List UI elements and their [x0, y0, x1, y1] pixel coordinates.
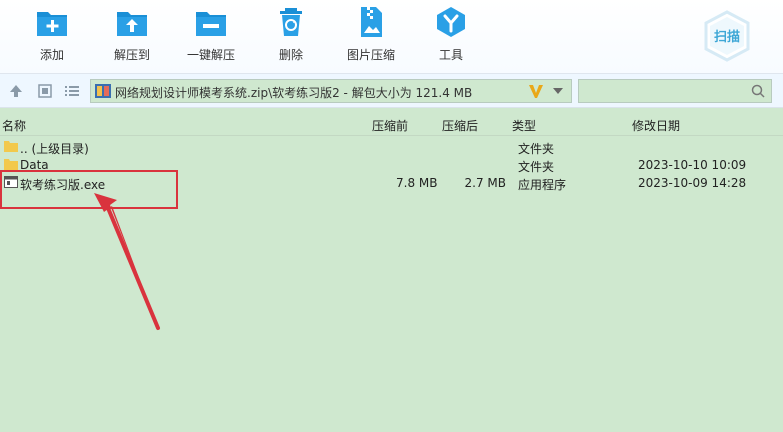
- tools-button[interactable]: 工具: [411, 6, 491, 68]
- column-type[interactable]: 类型: [512, 117, 536, 134]
- archive-icon: [95, 84, 111, 98]
- folder-icon: [4, 159, 18, 170]
- image-compress-label: 图片压缩: [346, 48, 395, 62]
- extract-to-label: 解压到: [113, 48, 150, 62]
- search-icon[interactable]: [751, 84, 765, 98]
- file-name: 软考练习版.exe: [20, 178, 106, 192]
- delete-button[interactable]: 删除: [251, 6, 331, 68]
- table-row[interactable]: 软考练习版.exe 7.8 MB 2.7 MB 应用程序 2023-10-09 …: [0, 174, 783, 192]
- file-modified: 2023-10-10 10:09: [638, 158, 747, 172]
- v-logo-icon: [529, 85, 543, 98]
- file-type: 文件夹: [518, 160, 555, 174]
- exe-file-icon: [4, 176, 18, 188]
- scan-label: 扫描: [713, 30, 740, 45]
- file-modified: 2023-10-09 14:28: [638, 176, 747, 190]
- recycle-bin-icon: [280, 8, 302, 36]
- address-bar-row: 网络规划设计师模考系统.zip\软考练习版2 - 解包大小为 121.4 MB: [0, 74, 783, 108]
- column-original[interactable]: 压缩后: [442, 117, 478, 134]
- path-text: 网络规划设计师模考系统.zip\软考练习版2 - 解包大小为 121.4 MB: [115, 86, 473, 100]
- image-compress-button[interactable]: 图片压缩: [331, 6, 411, 68]
- search-field[interactable]: [578, 79, 772, 103]
- column-name[interactable]: 名称: [2, 117, 26, 134]
- file-name: .. (上级目录): [20, 142, 89, 156]
- list-view-icon[interactable]: [64, 83, 80, 99]
- path-field[interactable]: 网络规划设计师模考系统.zip\软考练习版2 - 解包大小为 121.4 MB: [90, 79, 572, 103]
- column-header: 名称 压缩前 压缩后 类型 修改日期: [0, 108, 783, 136]
- extract-folder-icon: [117, 12, 147, 36]
- image-compress-icon: [361, 7, 382, 37]
- one-key-extract-icon: [196, 12, 226, 36]
- add-icon: [37, 12, 67, 36]
- table-row[interactable]: .. (上级目录) 文件夹: [0, 138, 783, 156]
- up-arrow-icon[interactable]: [8, 83, 24, 99]
- path-dropdown-chevron-down-icon[interactable]: [553, 88, 563, 94]
- column-modified[interactable]: 修改日期: [632, 117, 680, 134]
- folder-icon: [4, 141, 18, 152]
- column-compressed[interactable]: 压缩前: [372, 117, 408, 134]
- file-type: 应用程序: [518, 178, 567, 192]
- file-list: 名称 压缩前 压缩后 类型 修改日期 .. (上级目录) 文件夹 Data 文件…: [0, 108, 783, 432]
- one-key-extract-label: 一键解压: [186, 48, 235, 62]
- delete-label: 删除: [278, 48, 303, 62]
- toolbar: 添加 解压到 一键解压 删除 图片压缩 工具 扫描: [0, 0, 783, 74]
- add-button[interactable]: 添加: [12, 6, 92, 68]
- extract-to-button[interactable]: 解压到: [92, 6, 172, 68]
- tools-label: 工具: [438, 48, 463, 62]
- add-label: 添加: [39, 48, 64, 62]
- file-type: 文件夹: [518, 142, 555, 156]
- tools-hexagon-icon: [437, 7, 465, 37]
- file-compressed-size: 7.8 MB: [396, 176, 438, 190]
- table-row[interactable]: Data 文件夹 2023-10-10 10:09: [0, 156, 783, 174]
- file-original-size: 2.7 MB: [464, 176, 506, 190]
- view-mode-icon[interactable]: [37, 83, 53, 99]
- one-key-extract-button[interactable]: 一键解压: [171, 6, 251, 68]
- scan-button[interactable]: 扫描: [702, 10, 752, 62]
- file-name: Data: [20, 158, 49, 172]
